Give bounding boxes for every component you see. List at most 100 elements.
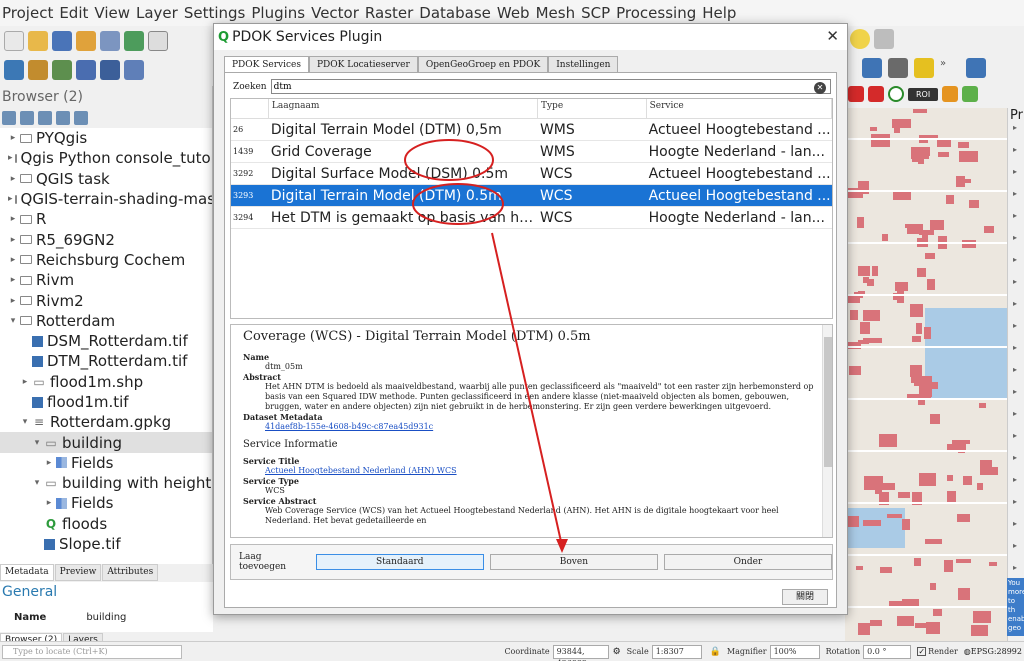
dialog-tab[interactable]: PDOK Services [224,56,309,72]
pan-map-icon[interactable] [148,31,168,51]
info-icon[interactable] [74,111,88,125]
expand-right-icon[interactable]: ▸ [8,169,18,189]
expand-right-icon[interactable]: ▸ [1008,387,1024,409]
browser-item[interactable]: DSM_Rotterdam.tif [0,331,212,351]
expand-right-icon[interactable]: ▸ [8,189,13,209]
menu-help[interactable]: Help [702,4,742,22]
search-input[interactable] [270,79,831,94]
table-row[interactable]: 3293 Digital Terrain Model (DTM) 0.5m WCS A… [231,185,832,207]
expand-right-icon[interactable]: ▸ [1008,475,1024,497]
layout-manager-icon[interactable] [100,31,120,51]
tab-attributes[interactable]: Attributes [102,564,159,581]
browser-item[interactable]: ▸ Qgis Python console_tutor [0,148,212,168]
expand-right-icon[interactable]: ▸ [1008,167,1024,189]
details-dataset-link[interactable]: 41daef8b-155e-4608-b49c-c87ea45d931c [243,422,814,432]
expand-right-icon[interactable]: ▸ [1008,409,1024,431]
expand-right-icon[interactable]: ▸ [8,230,18,250]
print-layout-icon[interactable] [76,31,96,51]
table-row[interactable]: 1439 Grid Coverage WMS Hoogte Nederland - l… [231,141,832,163]
browser-item[interactable]: ▸ Rivm [0,270,212,290]
clear-search-icon[interactable]: ✕ [814,82,826,94]
tab-preview[interactable]: Preview [54,564,102,581]
open-project-icon[interactable] [28,31,48,51]
menu-database[interactable]: Database [419,4,497,22]
add-default-button[interactable]: Standaard [315,554,484,570]
close-icon[interactable]: ✕ [826,27,839,45]
browser-item[interactable]: ▸ Rivm2 [0,290,212,310]
table-row[interactable]: 3292 Digital Surface Model (DSM) 0.5m WCS A… [231,163,832,185]
table-row[interactable]: 3294 Het DTM is gemaakt op basis van het.… [231,207,832,229]
browser-item[interactable]: ▸ Reichsburg Cochem [0,250,212,270]
expand-right-icon[interactable]: ▸ [8,291,18,311]
layer-color-icon[interactable] [914,58,934,78]
column-header[interactable]: Type [538,99,647,118]
dialog-tab[interactable]: Instellingen [548,56,619,72]
menu-layer[interactable]: Layer [136,4,184,22]
expand-right-icon[interactable]: ▸ [20,372,30,392]
expand-right-icon[interactable]: ▸ [1008,255,1024,277]
browser-item[interactable]: Slope.tif [0,534,212,554]
close-button[interactable]: 關閉 [782,589,828,605]
map-canvas[interactable] [845,108,1007,641]
add-top-button[interactable]: Boven [489,554,658,570]
data-source-manager-icon[interactable] [4,60,24,80]
add-layer-icon[interactable] [2,111,16,125]
tab-metadata[interactable]: Metadata [0,564,54,581]
browser-item[interactable]: ▸ Fields [0,453,212,473]
expand-right-icon[interactable]: ▸ [1008,519,1024,541]
browser-item[interactable]: ▸ R [0,209,212,229]
menu-processing[interactable]: Processing [616,4,702,22]
expand-right-icon[interactable]: ▸ [1008,497,1024,519]
expand-down-icon[interactable]: ▾ [20,412,30,432]
menu-view[interactable]: View [94,4,136,22]
expand-right-icon[interactable]: ▸ [1008,189,1024,211]
expand-right-icon[interactable]: ▸ [1008,343,1024,365]
toggle-extents-icon[interactable]: ⚙ [613,647,621,657]
scp-red-icon-2[interactable] [868,86,884,102]
table-row[interactable]: 26 Digital Terrain Model (DTM) 0,5m WMS Act… [231,119,832,141]
expand-right-icon[interactable]: ▸ [1008,541,1024,563]
add-vector-icon[interactable] [28,60,48,80]
dialog-tab[interactable]: PDOK Locatieserver [308,56,418,72]
expand-down-icon[interactable]: ▾ [32,433,42,453]
digitize-icon[interactable] [76,60,96,80]
browser-item[interactable]: flood1m.tif [0,392,212,412]
browser-item[interactable]: ▸ QGIS task [0,169,212,189]
collapse-icon[interactable] [56,111,70,125]
service-title-link[interactable]: Actueel Hoogtebestand Nederland (AHN) WC… [243,466,814,476]
expand-right-icon[interactable]: ▸ [8,270,18,290]
roi-button[interactable]: ROI [908,87,939,101]
help-icon[interactable] [966,58,986,78]
python-console-icon[interactable] [862,58,882,78]
crs-label[interactable]: EPSG:28992 [971,647,1022,656]
locator-search[interactable]: Type to locate (Ctrl+K) [2,644,182,659]
scale-field[interactable]: 1:8307 [651,644,702,659]
filter-icon[interactable] [38,111,52,125]
browser-item[interactable]: ▸ QGIS-terrain-shading-mas [0,189,212,209]
scp-circle-icon[interactable] [888,86,904,102]
menu-edit[interactable]: Edit [59,4,94,22]
expand-right-icon[interactable]: ▸ [1008,431,1024,453]
details-scrollbar[interactable] [822,325,832,537]
rotation-field[interactable]: 0.0 ° [863,644,912,659]
browser-item[interactable]: DTM_Rotterdam.tif [0,351,212,371]
crs-icon[interactable]: ◍ [964,647,971,656]
menu-vector[interactable]: Vector [311,4,365,22]
plugin-icon[interactable] [888,58,908,78]
coordinate-field[interactable]: 93844, 436932 [552,644,609,661]
settings-icon[interactable] [874,29,894,49]
save-project-icon[interactable] [52,31,72,51]
scp-plus-icon[interactable] [962,86,979,102]
refresh-icon[interactable] [20,111,34,125]
expand-down-icon[interactable]: ▾ [32,473,42,493]
new-project-icon[interactable] [4,31,24,51]
browser-item[interactable]: ▾ ▭ building with height [0,473,212,493]
lock-icon[interactable]: 🔒 [710,647,721,657]
style-manager-icon[interactable] [124,31,144,51]
add-mesh-icon[interactable] [124,60,144,80]
render-checkbox[interactable]: ✓ [917,647,927,656]
add-wms-icon[interactable] [100,60,120,80]
expand-right-icon[interactable]: ▸ [1008,277,1024,299]
browser-item[interactable]: ▾ ≡ Rotterdam.gpkg [0,412,212,432]
expand-right-icon[interactable]: ▸ [1008,321,1024,343]
